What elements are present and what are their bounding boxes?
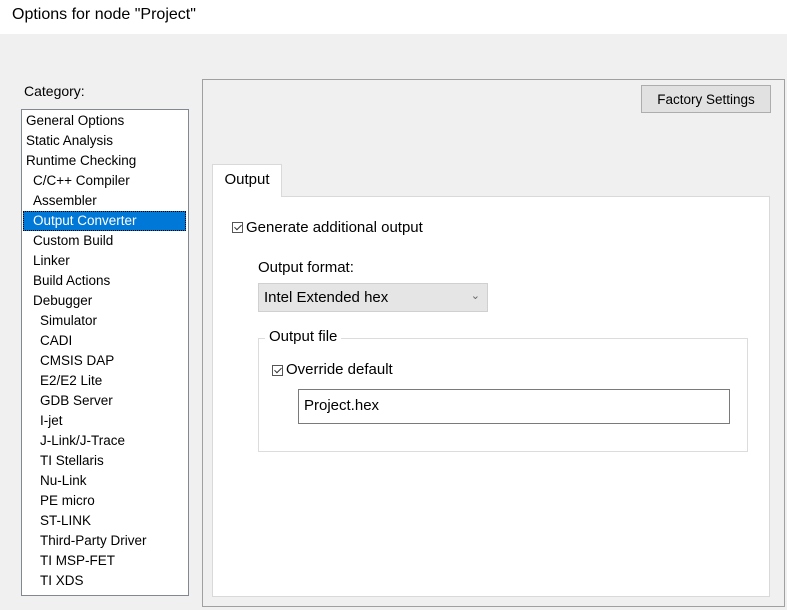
category-item[interactable]: CADI [23,331,186,351]
output-file-group-title: Output file [265,328,342,345]
category-item[interactable]: Assembler [23,191,186,211]
output-format-value: Intel Extended hex [264,289,389,306]
category-item[interactable]: Nu-Link [23,471,186,491]
override-default-label[interactable]: Override default [286,361,393,378]
category-label: Category: [24,83,85,99]
category-item[interactable]: CMSIS DAP [23,351,186,371]
category-item[interactable]: TI Stellaris [23,451,186,471]
category-item[interactable]: Linker [23,251,186,271]
category-item[interactable]: Debugger [23,291,186,311]
category-item[interactable]: Output Converter [23,211,186,231]
output-format-select[interactable]: Intel Extended hex ⌄ [258,283,488,312]
factory-settings-button[interactable]: Factory Settings [641,85,771,113]
window-title: Options for node "Project" [12,6,196,23]
category-item[interactable]: TI XDS [23,571,186,591]
category-item[interactable]: C/C++ Compiler [23,171,186,191]
category-item[interactable]: Runtime Checking [23,151,186,171]
chevron-down-icon: ⌄ [470,290,480,302]
generate-output-checkbox[interactable] [232,222,243,233]
output-format-label: Output format: [258,259,354,276]
category-item[interactable]: TI MSP-FET [23,551,186,571]
category-item[interactable]: GDB Server [23,391,186,411]
category-item[interactable]: Custom Build [23,231,186,251]
category-item[interactable]: ST-LINK [23,511,186,531]
category-item[interactable]: General Options [23,111,186,131]
category-item[interactable]: I-jet [23,411,186,431]
category-item[interactable]: Simulator [23,311,186,331]
tab-output[interactable]: Output [212,164,282,197]
category-list[interactable]: General Options Static Analysis Runtime Ch… [21,109,189,596]
output-filename-input[interactable]: Project.hex [298,389,730,424]
generate-output-label[interactable]: Generate additional output [246,219,423,236]
title-bar: Options for node "Project" [0,0,787,34]
category-item[interactable]: J-Link/J-Trace [23,431,186,451]
override-default-checkbox[interactable] [272,365,283,376]
category-item[interactable]: Static Analysis [23,131,186,151]
category-item[interactable]: Build Actions [23,271,186,291]
category-item[interactable]: E2/E2 Lite [23,371,186,391]
category-item[interactable]: PE micro [23,491,186,511]
category-item[interactable]: Third-Party Driver [23,531,186,551]
